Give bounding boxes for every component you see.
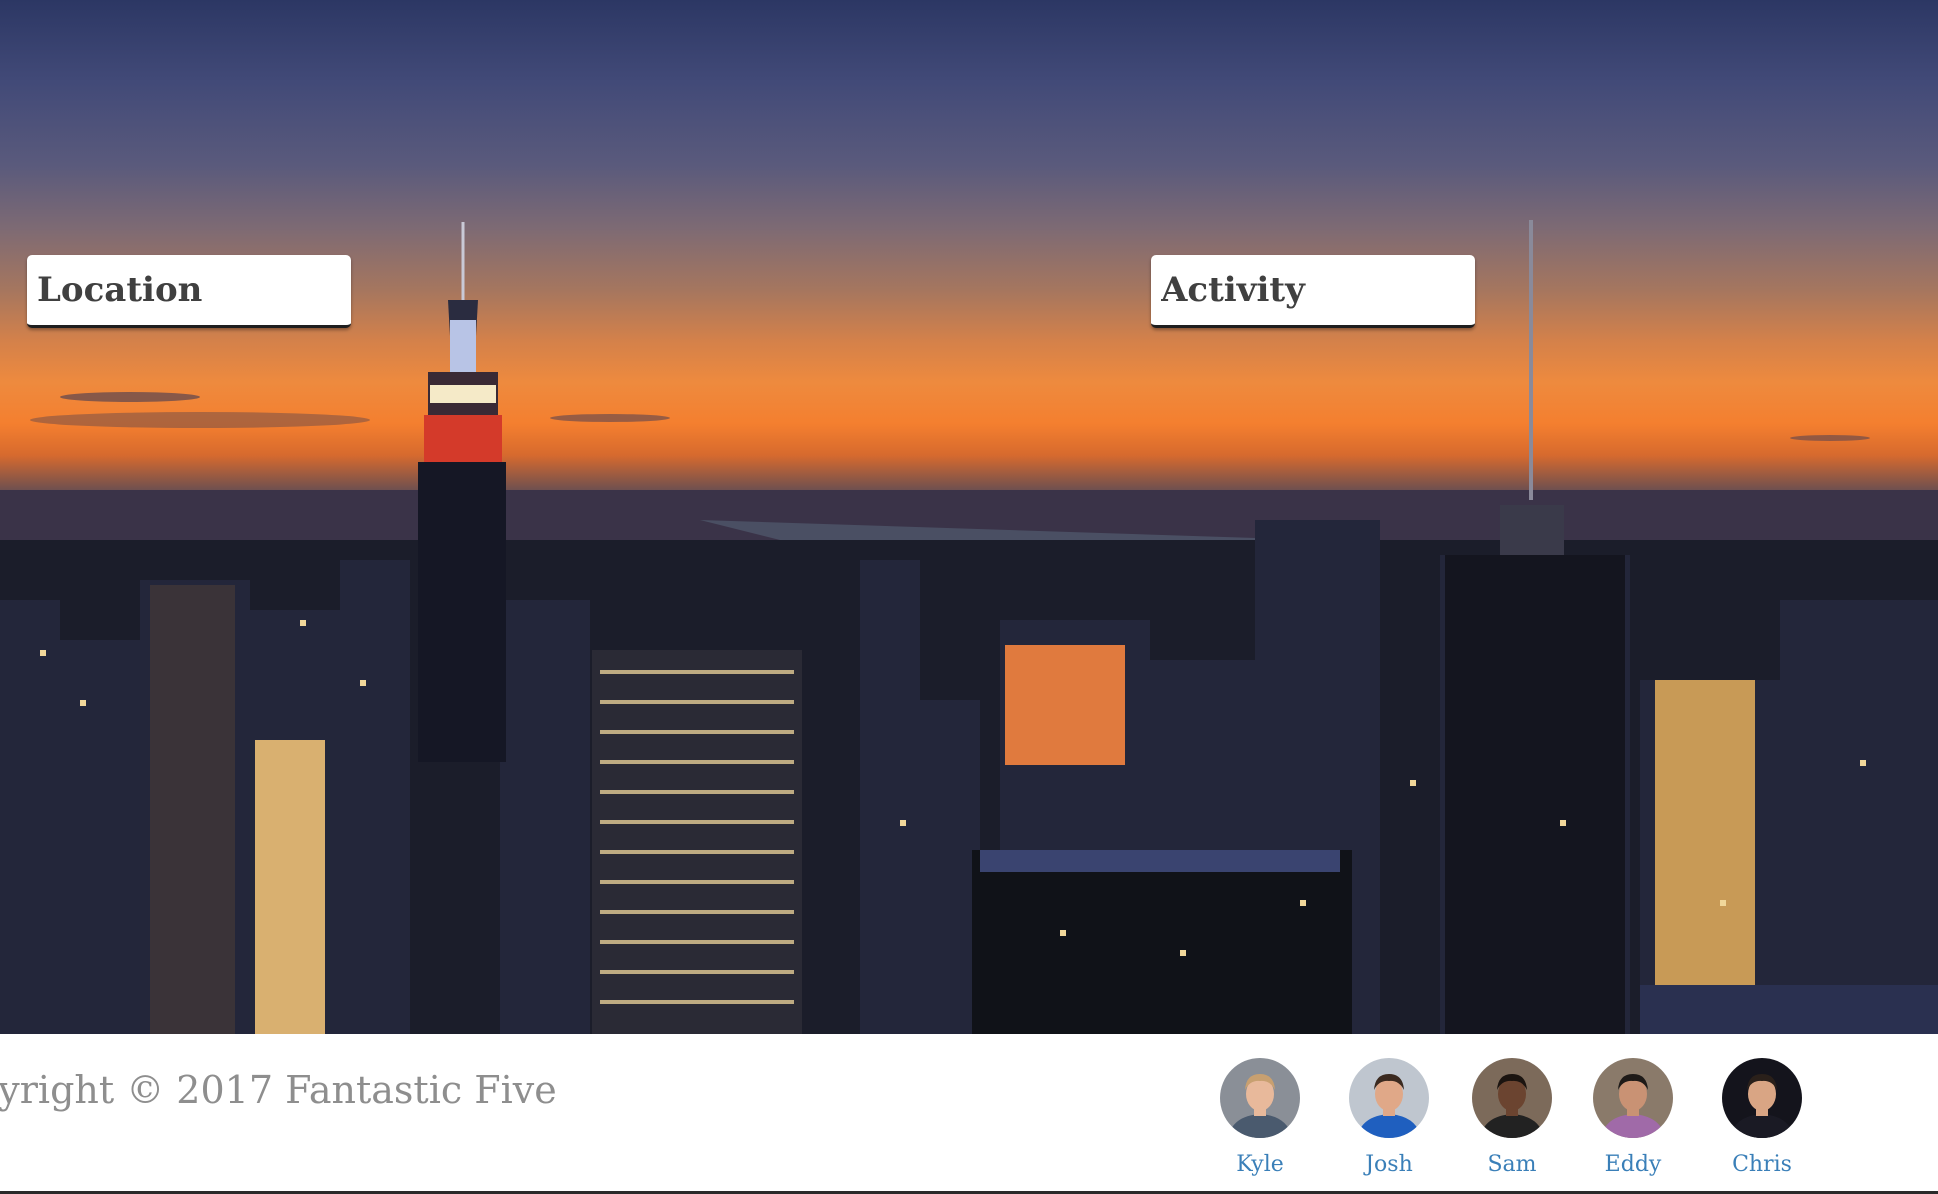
portrait-icon: [1349, 1058, 1429, 1138]
location-search-box[interactable]: [27, 255, 351, 328]
avatar[interactable]: [1220, 1058, 1300, 1138]
team-member-eddy[interactable]: Eddy: [1573, 1058, 1693, 1177]
avatar[interactable]: [1472, 1058, 1552, 1138]
skyline-illustration: [0, 220, 1938, 1034]
team-member-kyle[interactable]: Kyle: [1200, 1058, 1320, 1177]
avatar[interactable]: [1722, 1058, 1802, 1138]
location-input[interactable]: [37, 265, 341, 315]
avatar[interactable]: [1593, 1058, 1673, 1138]
member-name[interactable]: Kyle: [1200, 1152, 1320, 1177]
footer: Copyright © 2017 Fantastic Five Kyle Jos…: [0, 1034, 1938, 1194]
portrait-icon: [1220, 1058, 1300, 1138]
member-name[interactable]: Eddy: [1573, 1152, 1693, 1177]
team-member-chris[interactable]: Chris: [1702, 1058, 1822, 1177]
member-name[interactable]: Chris: [1702, 1152, 1822, 1177]
activity-search-box[interactable]: [1151, 255, 1475, 328]
member-name[interactable]: Josh: [1329, 1152, 1449, 1177]
portrait-icon: [1593, 1058, 1673, 1138]
avatar[interactable]: [1349, 1058, 1429, 1138]
activity-input[interactable]: [1161, 265, 1465, 315]
portrait-icon: [1722, 1058, 1802, 1138]
skyline-hero-background: [0, 0, 1938, 1034]
team-member-sam[interactable]: Sam: [1452, 1058, 1572, 1177]
team-members: Kyle Josh Sam Eddy Chris: [0, 1058, 1938, 1188]
member-name[interactable]: Sam: [1452, 1152, 1572, 1177]
team-member-josh[interactable]: Josh: [1329, 1058, 1449, 1177]
portrait-icon: [1472, 1058, 1552, 1138]
